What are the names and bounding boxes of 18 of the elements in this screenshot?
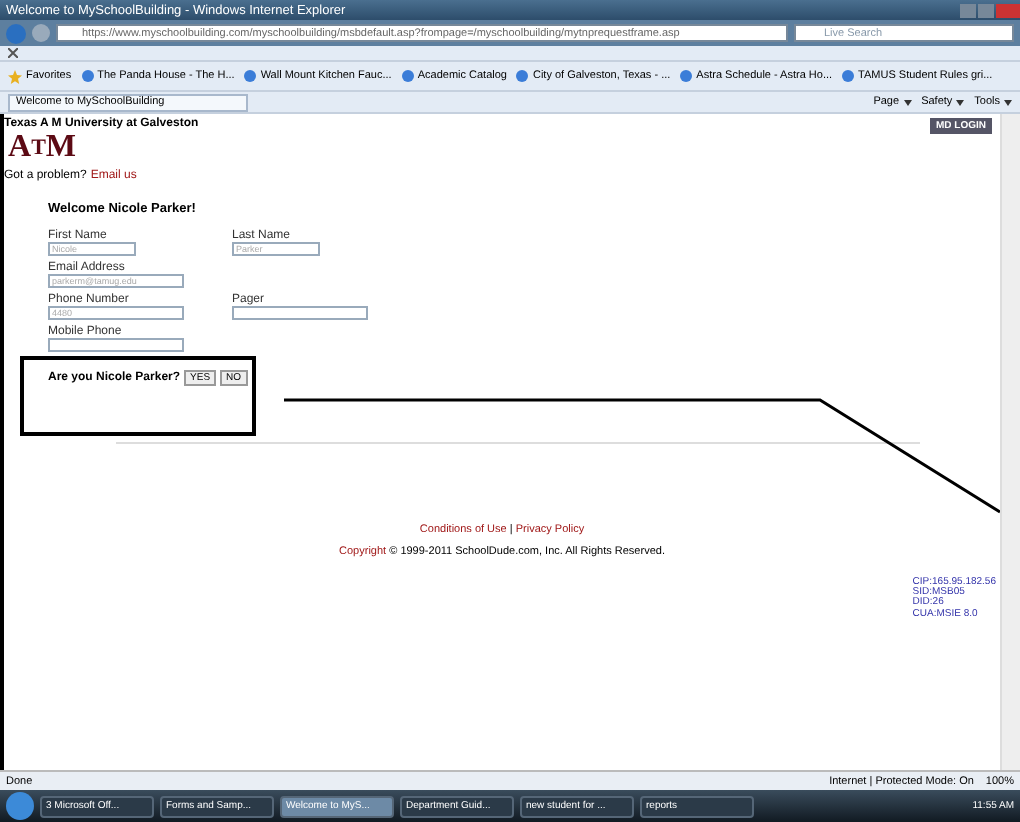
window-controls-icon[interactable] — [960, 3, 1020, 17]
star-icon — [8, 69, 22, 83]
university-logo: ATM — [8, 134, 79, 162]
globe-icon — [401, 70, 414, 82]
scrollbar[interactable] — [1000, 114, 1020, 770]
globe-icon — [81, 70, 94, 82]
caret-icon — [903, 99, 912, 105]
input-field[interactable] — [232, 306, 368, 320]
globe-icon — [516, 70, 529, 82]
caret-icon — [1004, 99, 1012, 105]
close-icon[interactable] — [8, 48, 18, 58]
globe-icon — [244, 70, 257, 82]
forward-icon[interactable] — [32, 24, 50, 42]
input-field[interactable] — [48, 338, 184, 352]
globe-icon — [680, 70, 693, 82]
caret-icon — [956, 99, 965, 105]
globe-icon — [842, 70, 855, 82]
start-button[interactable] — [6, 792, 34, 820]
